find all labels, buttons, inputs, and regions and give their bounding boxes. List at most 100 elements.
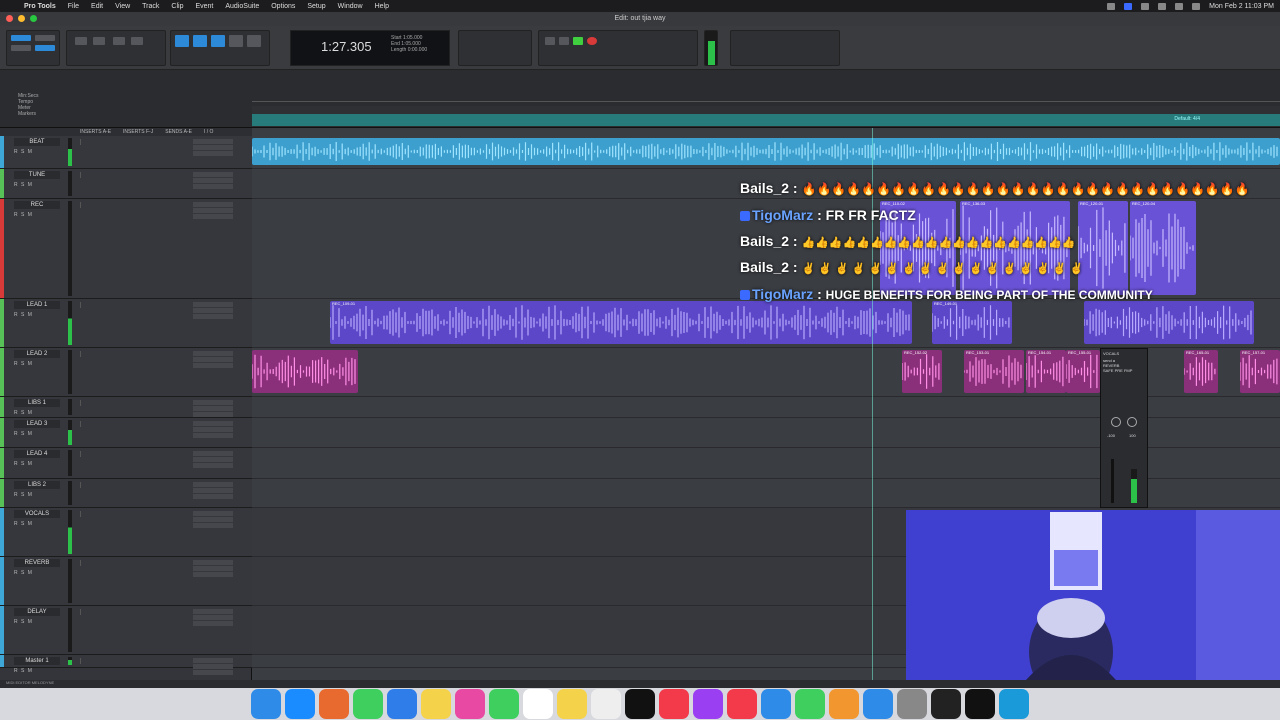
menu-event[interactable]: Event xyxy=(189,3,219,10)
audio-clip[interactable]: REC_153-01 xyxy=(964,350,1024,393)
menu-clip[interactable]: Clip xyxy=(165,3,189,10)
insert-slots[interactable] xyxy=(80,400,120,406)
loopback-dock-icon[interactable] xyxy=(999,689,1029,719)
track-buttons[interactable]: R S M xyxy=(14,461,33,467)
track-name[interactable]: Master 1 xyxy=(14,657,60,665)
track-buttons[interactable]: R S M xyxy=(14,431,33,437)
track-header[interactable]: TUNE R S M xyxy=(0,169,252,199)
track-name[interactable]: DELAY xyxy=(14,608,60,616)
main-counter[interactable]: 1:27.305 Start 1:05.000 End 1:05.000 Len… xyxy=(290,30,450,66)
pan-knob[interactable] xyxy=(1127,417,1137,427)
io-selectors[interactable] xyxy=(193,482,233,500)
facetime-dock-icon[interactable] xyxy=(489,689,519,719)
audio-clip[interactable]: REC_152-02 xyxy=(902,350,942,393)
grid-button[interactable] xyxy=(35,45,55,51)
close-window-button[interactable] xyxy=(6,15,13,22)
zoom-icon[interactable] xyxy=(131,37,143,45)
io-selectors[interactable] xyxy=(193,172,233,190)
launchpad-dock-icon[interactable] xyxy=(319,689,349,719)
ilok-dock-icon[interactable] xyxy=(965,689,995,719)
audio-clip[interactable]: REC_155-01 xyxy=(1066,350,1100,393)
track-header[interactable]: LEAD 2 R S M xyxy=(0,348,252,397)
insert-slots[interactable] xyxy=(80,658,120,664)
status-icon[interactable] xyxy=(1141,2,1150,10)
stickies-dock-icon[interactable] xyxy=(557,689,587,719)
insert-slots[interactable] xyxy=(80,202,120,208)
insert-slots[interactable] xyxy=(80,421,120,427)
trim-tool-icon[interactable] xyxy=(193,35,207,47)
io-selectors[interactable] xyxy=(193,139,233,157)
music-dock-icon[interactable] xyxy=(659,689,689,719)
track-buttons[interactable]: R S M xyxy=(14,570,33,576)
selector-tool-icon[interactable] xyxy=(211,35,225,47)
rewind-icon[interactable] xyxy=(545,37,555,45)
calendar-dock-icon[interactable] xyxy=(523,689,553,719)
slip-button[interactable] xyxy=(35,35,55,41)
tempo-ruler[interactable] xyxy=(252,106,1280,114)
insert-slots[interactable] xyxy=(80,172,120,178)
audio-clip[interactable] xyxy=(252,138,1280,165)
clock[interactable]: Mon Feb 2 11:03 PM xyxy=(1209,3,1274,10)
track-buttons[interactable]: R S M xyxy=(14,668,33,674)
system-settings-dock-icon[interactable] xyxy=(897,689,927,719)
tv-dock-icon[interactable] xyxy=(625,689,655,719)
track-header[interactable]: LIBS 2 R S M xyxy=(0,479,252,508)
timeline-ruler[interactable] xyxy=(252,94,1280,102)
send-fader[interactable] xyxy=(1111,459,1114,503)
zoom-window-button[interactable] xyxy=(30,15,37,22)
track-header[interactable]: VOCALS R S M xyxy=(0,508,252,557)
insert-slots[interactable] xyxy=(80,302,120,308)
io-selectors[interactable] xyxy=(193,658,233,676)
track-header[interactable]: Master 1 R S M xyxy=(0,655,252,675)
track-buttons[interactable]: R S M xyxy=(14,149,33,155)
zoom-icon[interactable] xyxy=(113,37,125,45)
track-header[interactable]: REC R S M xyxy=(0,199,252,299)
wifi-icon[interactable] xyxy=(1158,2,1167,10)
track-name[interactable]: LIBS 1 xyxy=(14,399,60,407)
track-buttons[interactable]: R S M xyxy=(14,492,33,498)
track-name[interactable]: REC xyxy=(14,201,60,209)
track-header[interactable]: BEAT R S M xyxy=(0,136,252,169)
insert-slots[interactable] xyxy=(80,560,120,566)
menu-audiosuite[interactable]: AudioSuite xyxy=(219,3,265,10)
io-selectors[interactable] xyxy=(193,421,233,439)
audio-clip[interactable]: REC_157-01 xyxy=(1240,350,1280,393)
insert-slots[interactable] xyxy=(80,451,120,457)
status-icon[interactable] xyxy=(1124,2,1133,10)
zoomer-tool-icon[interactable] xyxy=(175,35,189,47)
minimize-window-button[interactable] xyxy=(18,15,25,22)
io-selectors[interactable] xyxy=(193,302,233,320)
app-store-dock-icon[interactable] xyxy=(863,689,893,719)
track-buttons[interactable]: R S M xyxy=(14,212,33,218)
audio-clip[interactable] xyxy=(1084,301,1254,344)
track-buttons[interactable]: R S M xyxy=(14,410,33,416)
track-name[interactable]: BEAT xyxy=(14,138,60,146)
track-name[interactable]: LEAD 2 xyxy=(14,350,60,358)
track-output-window[interactable]: VOCALS send a REVERB SAFE PRE FMP -100 1… xyxy=(1100,348,1148,508)
track-buttons[interactable]: R S M xyxy=(14,521,33,527)
track-buttons[interactable]: R S M xyxy=(14,619,33,625)
track-name[interactable]: LEAD 3 xyxy=(14,420,60,428)
messages-dock-icon[interactable] xyxy=(353,689,383,719)
audio-clip[interactable]: REC_109-01 xyxy=(330,301,912,344)
track-header[interactable]: LIBS 1 R S M xyxy=(0,397,252,418)
safari-dock-icon[interactable] xyxy=(285,689,315,719)
track-header[interactable]: DELAY R S M xyxy=(0,606,252,655)
track-buttons[interactable]: R S M xyxy=(14,361,33,367)
track-header[interactable]: LEAD 4 R S M xyxy=(0,448,252,479)
safe-button[interactable]: SAFE xyxy=(1103,368,1113,373)
track-name[interactable]: VOCALS xyxy=(14,510,60,518)
pre-button[interactable]: PRE xyxy=(1115,368,1123,373)
menu-options[interactable]: Options xyxy=(265,3,301,10)
track-name[interactable]: LEAD 4 xyxy=(14,450,60,458)
spot-button[interactable] xyxy=(11,45,31,51)
notes-dock-icon[interactable] xyxy=(421,689,451,719)
audio-clip[interactable]: REC_154-01 xyxy=(1026,350,1066,393)
menu-help[interactable]: Help xyxy=(369,3,395,10)
insert-slots[interactable] xyxy=(80,609,120,615)
stop-icon[interactable] xyxy=(559,37,569,45)
fmp-button[interactable]: FMP xyxy=(1124,368,1132,373)
io-selectors[interactable] xyxy=(193,511,233,529)
mail-dock-icon[interactable] xyxy=(387,689,417,719)
insert-slots[interactable] xyxy=(80,482,120,488)
